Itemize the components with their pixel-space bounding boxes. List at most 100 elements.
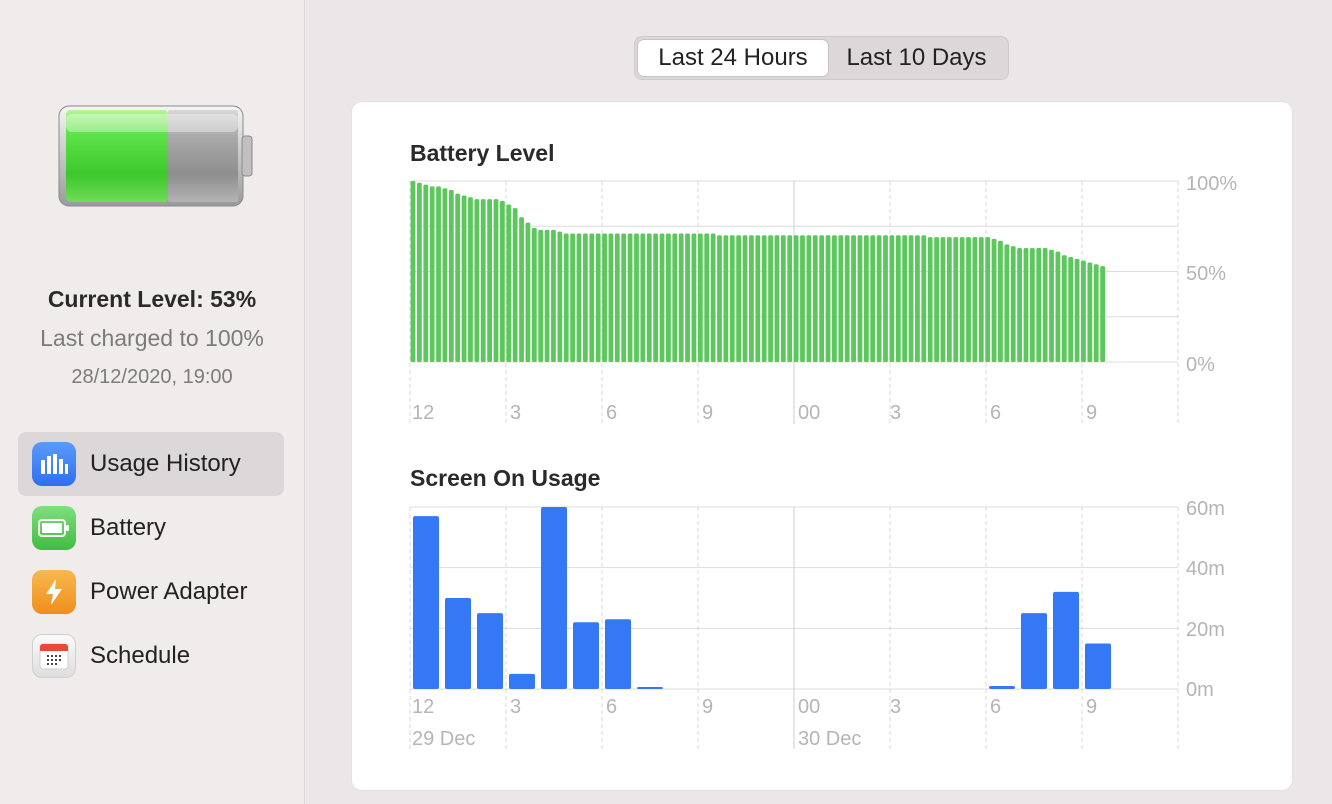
- battery-bar: [985, 237, 991, 362]
- battery-bar: [640, 233, 646, 362]
- battery-bar: [863, 235, 869, 362]
- battery-bar: [857, 235, 863, 362]
- battery-bar: [410, 181, 416, 362]
- screen-bar: [1085, 643, 1111, 689]
- battery-bar: [838, 235, 844, 362]
- usage-card: Battery Level Screen On Usage 100% 50% 0% 1…: [352, 102, 1292, 790]
- battery-bar: [1074, 258, 1080, 362]
- sidebar-item-label: Schedule: [90, 642, 191, 669]
- battery-bar: [895, 235, 901, 362]
- battery-bar: [474, 199, 480, 362]
- charts-canvas: 100% 50% 0% 12 3 6 9 00 3 6 9 60m 40m 20m 0m 12 3 6 9 00 3 6 9…: [409, 173, 1237, 750]
- battery-bar: [953, 237, 959, 362]
- battery-bar: [1100, 266, 1105, 362]
- screen-y-tick: 40m: [1186, 558, 1225, 580]
- battery-bar: [646, 233, 652, 362]
- screen-bar: [1053, 591, 1079, 689]
- battery-bar: [787, 235, 793, 362]
- battery-bar: [1029, 247, 1035, 362]
- segment-last-24-hours[interactable]: Last 24 Hours: [638, 40, 828, 76]
- screen-x-tick: 6: [606, 696, 617, 718]
- battery-bar: [544, 229, 550, 362]
- battery-y-tick: 0%: [1186, 354, 1215, 376]
- screen-bar: [1021, 613, 1047, 689]
- battery-bar: [1093, 264, 1099, 362]
- sidebar-nav: Usage History Battery Power Adapter Sche…: [18, 432, 284, 688]
- battery-bar: [678, 233, 684, 362]
- battery-bar: [742, 235, 748, 362]
- battery-bar: [998, 240, 1003, 362]
- screen-date-label: 30 Dec: [798, 728, 861, 750]
- battery-bar: [876, 235, 882, 362]
- battery-bar: [653, 233, 659, 362]
- battery-bar: [468, 197, 473, 362]
- sidebar-item-label: Power Adapter: [90, 578, 248, 605]
- battery-bar: [844, 235, 850, 362]
- battery-bar: [927, 237, 933, 362]
- battery-bar: [806, 235, 812, 362]
- battery-large-icon: [58, 105, 253, 207]
- schedule-icon: [32, 634, 76, 678]
- battery-bar: [416, 182, 422, 362]
- battery-bar: [780, 235, 786, 362]
- battery-bar: [793, 235, 799, 362]
- battery-x-tick: 6: [606, 402, 617, 424]
- power-adapter-icon: [32, 570, 76, 614]
- battery-bar: [1087, 262, 1093, 362]
- battery-bar: [729, 235, 735, 362]
- battery-bar: [691, 233, 697, 362]
- battery-bar: [940, 237, 946, 362]
- battery-bar: [1017, 247, 1022, 362]
- battery-bar: [448, 190, 454, 362]
- battery-bar: [966, 237, 971, 362]
- battery-x-tick: 3: [510, 402, 521, 424]
- screen-bar: [573, 622, 599, 689]
- sidebar-item-power-adapter[interactable]: Power Adapter: [18, 560, 284, 624]
- battery-bar: [697, 233, 703, 362]
- screen-y-tick: 60m: [1186, 498, 1225, 520]
- battery-bar: [749, 235, 754, 362]
- battery-bar: [487, 199, 493, 362]
- battery-bar: [570, 233, 576, 362]
- battery-bar: [685, 233, 690, 362]
- battery-bar: [621, 233, 627, 362]
- screen-bar: [989, 685, 1015, 689]
- battery-bar: [991, 238, 997, 362]
- battery-x-tick: 12: [412, 402, 434, 424]
- sidebar-item-usage-history[interactable]: Usage History: [18, 432, 284, 496]
- sidebar-item-label: Battery: [90, 514, 167, 541]
- battery-bar: [563, 233, 569, 362]
- battery-bar: [717, 235, 722, 362]
- screen-x-tick: 9: [1086, 696, 1097, 718]
- battery-bar: [429, 186, 435, 362]
- battery-x-tick: 9: [702, 402, 713, 424]
- screen-bar: [445, 598, 471, 689]
- battery-bar: [608, 233, 614, 362]
- battery-bar: [819, 235, 825, 362]
- battery-bar: [634, 233, 639, 362]
- segment-last-10-days[interactable]: Last 10 Days: [828, 40, 1005, 76]
- sidebar-item-battery[interactable]: Battery: [18, 496, 284, 560]
- battery-bar: [978, 237, 984, 362]
- battery-bar: [538, 229, 544, 362]
- battery-bar: [659, 233, 665, 362]
- sidebar-item-schedule[interactable]: Schedule: [18, 624, 284, 688]
- time-range-segmented-control: Last 24 Hours Last 10 Days: [634, 36, 1009, 80]
- screen-x-tick: 3: [510, 696, 521, 718]
- battery-bar: [512, 208, 518, 362]
- battery-bar: [768, 235, 773, 362]
- battery-bar: [1036, 247, 1042, 362]
- battery-bar: [436, 186, 441, 362]
- sidebar: Current Level: 53% Last charged to 100% …: [0, 0, 305, 804]
- battery-bar: [736, 235, 742, 362]
- battery-bar: [1042, 247, 1048, 362]
- last-charged: Last charged to 100%: [40, 325, 264, 351]
- battery-bar: [506, 204, 512, 362]
- battery-x-tick: 9: [1086, 402, 1097, 424]
- battery-bar: [908, 235, 914, 362]
- battery-bar: [825, 235, 831, 362]
- screen-x-tick: 9: [702, 696, 713, 718]
- battery-bar: [915, 235, 920, 362]
- battery-bar: [710, 233, 716, 362]
- battery-bar: [595, 233, 601, 362]
